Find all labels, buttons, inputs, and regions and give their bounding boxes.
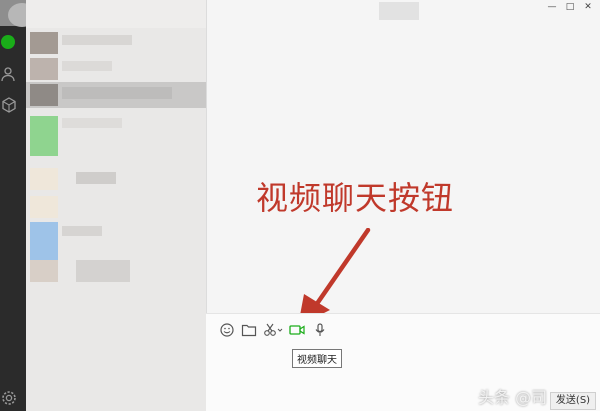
list-item-selected[interactable] [26, 82, 206, 108]
list-item[interactable] [26, 194, 206, 220]
watermark-text: 头条 @司 [478, 388, 548, 407]
list-item[interactable] [26, 220, 206, 262]
list-item[interactable] [26, 166, 206, 192]
tooltip: 视频聊天 [292, 349, 342, 368]
nav-rail [0, 0, 26, 411]
maximize-button[interactable]: □ [563, 0, 577, 14]
video-chat-icon[interactable] [289, 323, 305, 337]
minimize-button[interactable]: — [545, 0, 559, 14]
contacts-nav-icon[interactable] [1, 66, 17, 82]
emoji-icon[interactable] [219, 323, 235, 337]
send-button[interactable]: 发送(S) [550, 392, 596, 410]
list-item[interactable] [26, 112, 206, 156]
close-button[interactable]: ✕ [581, 0, 595, 14]
wechat-window: — □ ✕ 视频聊天按钮 视频聊天 头条 @司 发送(S) [0, 0, 600, 411]
chat-title [379, 2, 419, 20]
list-item[interactable] [26, 258, 206, 284]
list-item[interactable] [26, 56, 206, 82]
microphone-icon[interactable] [312, 323, 328, 337]
list-item[interactable] [26, 30, 206, 56]
favorites-nav-icon[interactable] [1, 97, 17, 113]
search-bar[interactable] [26, 0, 206, 28]
scissors-icon[interactable] [263, 323, 283, 337]
folder-icon[interactable] [241, 323, 257, 337]
conversation-list[interactable] [26, 0, 206, 411]
annotation-text: 视频聊天按钮 [256, 179, 455, 217]
settings-gear-icon[interactable] [1, 390, 17, 406]
chats-nav-icon[interactable] [1, 35, 15, 49]
